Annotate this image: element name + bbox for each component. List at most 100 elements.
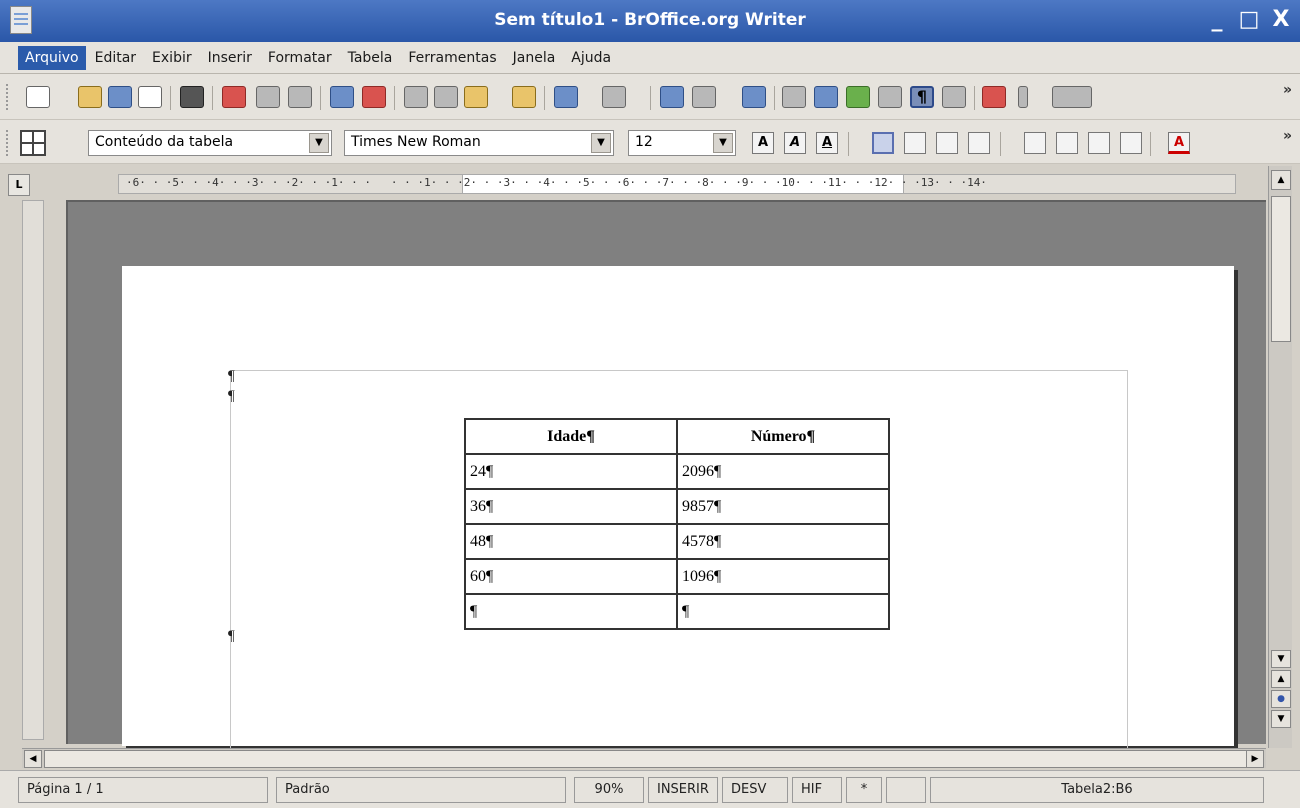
scroll-left-icon[interactable]: ◀ bbox=[24, 750, 42, 768]
email-icon[interactable] bbox=[138, 86, 162, 108]
menu-ferramentas[interactable]: Ferramentas bbox=[401, 46, 503, 70]
save-icon[interactable] bbox=[108, 86, 132, 108]
help-icon[interactable] bbox=[982, 86, 1006, 108]
chevron-down-icon[interactable]: ▼ bbox=[713, 133, 733, 153]
align-center-icon[interactable] bbox=[904, 132, 926, 154]
table-cell[interactable]: 4578¶ bbox=[676, 523, 890, 560]
hyperlink-icon[interactable] bbox=[660, 86, 684, 108]
zoom-level[interactable]: 90% bbox=[574, 777, 644, 803]
new-document-icon[interactable] bbox=[26, 86, 50, 108]
header-cell-numero[interactable]: Número¶ bbox=[676, 418, 890, 455]
insert-mode[interactable]: INSERIR bbox=[648, 777, 718, 803]
table-cell[interactable]: 9857¶ bbox=[676, 488, 890, 525]
table-cell[interactable]: 36¶ bbox=[464, 488, 678, 525]
table-row: 60¶ 1096¶ bbox=[464, 558, 890, 595]
menu-exibir[interactable]: Exibir bbox=[145, 46, 199, 70]
table-cell[interactable]: 60¶ bbox=[464, 558, 678, 595]
align-left-icon[interactable] bbox=[872, 132, 894, 154]
scroll-down-icon[interactable]: ▼ bbox=[1271, 650, 1291, 668]
tab-stop-selector[interactable]: L bbox=[8, 174, 30, 196]
edit-mode-icon[interactable] bbox=[180, 86, 204, 108]
chevron-down-icon[interactable]: ▼ bbox=[309, 133, 329, 153]
table-cell[interactable]: ¶ bbox=[676, 593, 890, 630]
decrease-indent-icon[interactable] bbox=[1088, 132, 1110, 154]
align-right-icon[interactable] bbox=[936, 132, 958, 154]
standard-toolbar: ¶ » bbox=[0, 74, 1300, 120]
numbering-icon[interactable] bbox=[1024, 132, 1046, 154]
print-icon[interactable] bbox=[256, 86, 280, 108]
paragraph-mark: ¶ bbox=[228, 388, 235, 404]
page-style[interactable]: Padrão bbox=[276, 777, 566, 803]
selection-mode[interactable]: DESV bbox=[722, 777, 788, 803]
table-cell[interactable]: ¶ bbox=[464, 593, 678, 630]
toolbar-grip[interactable] bbox=[6, 84, 10, 110]
header-cell-idade[interactable]: Idade¶ bbox=[464, 418, 678, 455]
menu-janela[interactable]: Janela bbox=[506, 46, 563, 70]
data-table[interactable]: Idade¶ Número¶ 24¶ 2096¶ 36¶ 9857¶ 48¶ 4… bbox=[464, 418, 890, 630]
open-folder-icon[interactable] bbox=[78, 86, 102, 108]
chevron-down-icon[interactable]: ▼ bbox=[591, 133, 611, 153]
italic-icon[interactable]: A bbox=[784, 132, 806, 154]
scroll-thumb[interactable] bbox=[1271, 196, 1291, 342]
increase-indent-icon[interactable] bbox=[1120, 132, 1142, 154]
document-page[interactable]: ¶ ¶ ¶ Idade¶ Número¶ 24¶ 2096¶ 36¶ 9857¶… bbox=[122, 266, 1234, 750]
table-icon[interactable] bbox=[692, 86, 716, 108]
zoom-icon[interactable] bbox=[942, 86, 966, 108]
paste-icon[interactable] bbox=[464, 86, 488, 108]
paragraph-style-value: Conteúdo da tabela bbox=[95, 134, 234, 150]
menu-inserir[interactable]: Inserir bbox=[201, 46, 259, 70]
copy-icon[interactable] bbox=[434, 86, 458, 108]
menu-editar[interactable]: Editar bbox=[88, 46, 143, 70]
next-page-icon[interactable]: ▼ bbox=[1271, 710, 1291, 728]
navigation-icon[interactable]: ● bbox=[1271, 690, 1291, 708]
scroll-right-icon[interactable]: ▶ bbox=[1246, 750, 1264, 768]
bullets-icon[interactable] bbox=[1056, 132, 1078, 154]
maximize-button[interactable]: □ bbox=[1236, 8, 1262, 34]
table-cell[interactable]: 24¶ bbox=[464, 453, 678, 490]
toolbar-more-button[interactable]: » bbox=[1283, 82, 1292, 98]
close-button[interactable]: X bbox=[1268, 8, 1294, 34]
page-preview-icon[interactable] bbox=[288, 86, 312, 108]
menu-arquivo[interactable]: Arquivo bbox=[18, 45, 86, 70]
minimize-button[interactable]: _ bbox=[1204, 8, 1230, 34]
menu-tabela[interactable]: Tabela bbox=[341, 46, 400, 70]
undo-icon[interactable] bbox=[554, 86, 578, 108]
previous-page-icon[interactable]: ▲ bbox=[1271, 670, 1291, 688]
table-row: 24¶ 2096¶ bbox=[464, 453, 890, 490]
table-cell[interactable]: 48¶ bbox=[464, 523, 678, 560]
scroll-up-icon[interactable]: ▲ bbox=[1271, 170, 1291, 190]
autospellcheck-icon[interactable] bbox=[362, 86, 386, 108]
toolbar-grip[interactable] bbox=[6, 130, 10, 156]
toolbar-overflow-icon[interactable] bbox=[1018, 86, 1028, 108]
menu-formatar[interactable]: Formatar bbox=[261, 46, 339, 70]
menu-ajuda[interactable]: Ajuda bbox=[564, 46, 618, 70]
spellcheck-icon[interactable] bbox=[330, 86, 354, 108]
formatting-marks-icon[interactable]: ¶ bbox=[910, 86, 934, 108]
font-size-combo[interactable]: 12 ▼ bbox=[628, 130, 736, 156]
format-paintbrush-icon[interactable] bbox=[512, 86, 536, 108]
navigator-icon[interactable] bbox=[814, 86, 838, 108]
table-row: ¶ ¶ bbox=[464, 593, 890, 630]
data-sources-icon[interactable] bbox=[878, 86, 902, 108]
bold-icon[interactable]: A bbox=[752, 132, 774, 154]
redo-icon[interactable] bbox=[602, 86, 626, 108]
table-cell[interactable]: 2096¶ bbox=[676, 453, 890, 490]
gallery-icon[interactable] bbox=[846, 86, 870, 108]
paragraph-style-combo[interactable]: Conteúdo da tabela ▼ bbox=[88, 130, 332, 156]
table-cell[interactable]: 1096¶ bbox=[676, 558, 890, 595]
cut-icon[interactable] bbox=[404, 86, 428, 108]
table-borders-icon[interactable] bbox=[20, 130, 46, 156]
scroll-thumb[interactable] bbox=[44, 750, 1254, 768]
toolbar-more-button[interactable]: » bbox=[1283, 128, 1292, 144]
justify-icon[interactable] bbox=[968, 132, 990, 154]
draw-functions-icon[interactable] bbox=[742, 86, 766, 108]
export-pdf-icon[interactable] bbox=[222, 86, 246, 108]
underline-icon[interactable]: A bbox=[816, 132, 838, 154]
vertical-scrollbar[interactable]: ▲ ▼ ▲ ● ▼ bbox=[1268, 166, 1292, 748]
find-replace-icon[interactable] bbox=[782, 86, 806, 108]
font-color-icon[interactable]: A bbox=[1168, 132, 1190, 154]
hyperlink-mode[interactable]: HIF bbox=[792, 777, 842, 803]
font-name-combo[interactable]: Times New Roman ▼ bbox=[344, 130, 614, 156]
horizontal-scrollbar[interactable]: ◀ ▶ bbox=[22, 748, 1266, 768]
insert-table-dropdown-icon[interactable] bbox=[1052, 86, 1092, 108]
